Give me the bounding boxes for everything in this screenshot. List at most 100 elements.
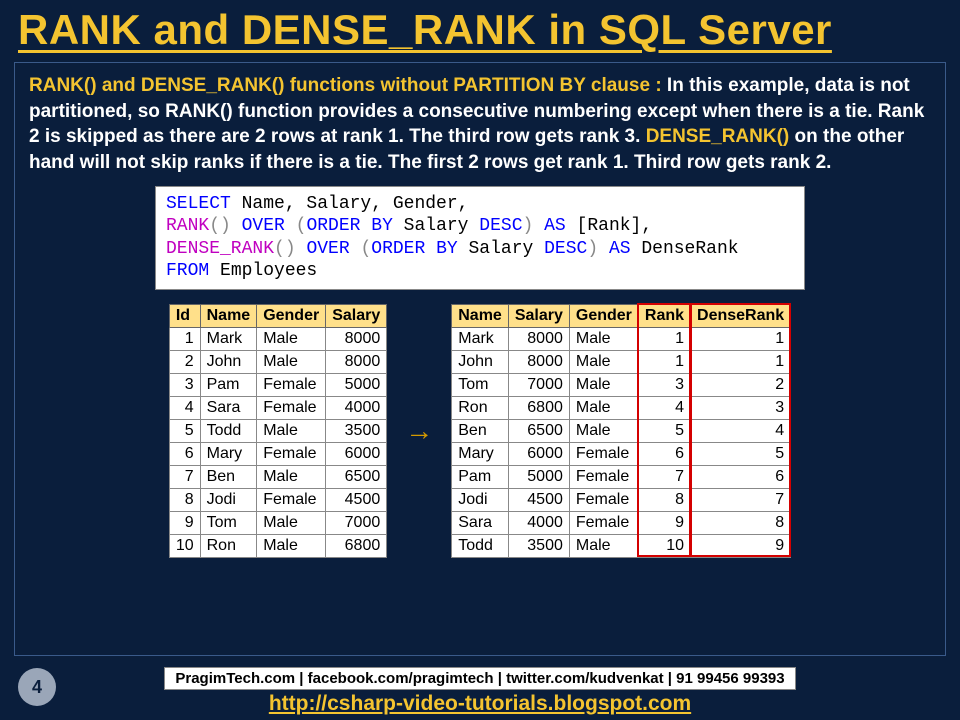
table-cell: Ron [200, 534, 257, 557]
table-row: 10RonMale6800 [169, 534, 386, 557]
result-table-wrap: NameSalaryGenderRankDenseRank Mark8000Ma… [451, 304, 791, 558]
table-cell: 7 [691, 488, 791, 511]
table-cell: 6500 [326, 465, 387, 488]
table-cell: Mary [452, 442, 509, 465]
intro-dense: DENSE_RANK() [646, 126, 790, 147]
table-cell: 1 [691, 350, 791, 373]
table-cell: 6800 [326, 534, 387, 557]
table-cell: 4500 [508, 488, 569, 511]
table-cell: Female [257, 373, 326, 396]
kw-rank: RANK [166, 216, 209, 236]
table-header: Salary [508, 304, 569, 327]
table-cell: Jodi [200, 488, 257, 511]
footer-link[interactable]: http://csharp-video-tutorials.blogspot.c… [0, 692, 960, 716]
table-row: 4SaraFemale4000 [169, 396, 386, 419]
table-cell: Female [569, 465, 638, 488]
table-cell: 7 [169, 465, 200, 488]
code-pc: ) [523, 216, 534, 236]
table-cell: 8000 [326, 327, 387, 350]
table-cell: 3 [638, 373, 690, 396]
table-row: Mary6000Female65 [452, 442, 791, 465]
table-cell: Ben [200, 465, 257, 488]
table-cell: Female [569, 442, 638, 465]
table-cell: Male [569, 534, 638, 557]
table-cell: 5 [691, 442, 791, 465]
kw-desc: DESC [479, 216, 522, 236]
table-cell: Ron [452, 396, 509, 419]
intro-lead: RANK() and DENSE_RANK() functions withou… [29, 75, 667, 96]
table-cell: 1 [691, 327, 791, 350]
table-cell: Male [257, 511, 326, 534]
code-sal: Salary [393, 216, 479, 236]
table-row: 3PamFemale5000 [169, 373, 386, 396]
table-cell: Female [257, 442, 326, 465]
kw-orderby2: ORDER BY [371, 239, 457, 259]
table-cell: Female [569, 488, 638, 511]
kw-as2: AS [598, 239, 630, 259]
table-cell: 6 [638, 442, 690, 465]
table-cell: 7 [638, 465, 690, 488]
source-table: IdNameGenderSalary 1MarkMale80002JohnMal… [169, 304, 387, 558]
table-cell: Male [569, 373, 638, 396]
kw-from: FROM [166, 261, 209, 281]
table-cell: Female [257, 396, 326, 419]
kw-desc2: DESC [544, 239, 587, 259]
table-cell: John [200, 350, 257, 373]
table-cell: 5000 [508, 465, 569, 488]
sql-code-block: SELECT Name, Salary, Gender, RANK() OVER… [155, 186, 805, 290]
table-cell: 4000 [326, 396, 387, 419]
table-row: 7BenMale6500 [169, 465, 386, 488]
table-cell: 4 [638, 396, 690, 419]
table-cell: Sara [452, 511, 509, 534]
footer: PragimTech.com | facebook.com/pragimtech… [0, 667, 960, 716]
code-sal2: Salary [458, 239, 544, 259]
table-header: Name [200, 304, 257, 327]
kw-as: AS [533, 216, 565, 236]
table-cell: 2 [169, 350, 200, 373]
table-cell: 3500 [326, 419, 387, 442]
table-cell: Male [569, 419, 638, 442]
table-row: Tom7000Male32 [452, 373, 791, 396]
table-cell: 1 [638, 350, 690, 373]
table-cell: 8 [638, 488, 690, 511]
table-cell: 6 [169, 442, 200, 465]
table-cell: 9 [169, 511, 200, 534]
table-header: Name [452, 304, 509, 327]
arrow-icon: → [405, 415, 433, 447]
code-p1: () [209, 216, 241, 236]
code-po2: ( [350, 239, 372, 259]
table-cell: Male [257, 350, 326, 373]
table-cell: Tom [200, 511, 257, 534]
table-header: DenseRank [691, 304, 791, 327]
table-cell: 8 [691, 511, 791, 534]
table-cell: 7000 [326, 511, 387, 534]
table-cell: Male [569, 396, 638, 419]
table-cell: John [452, 350, 509, 373]
table-header: Gender [257, 304, 326, 327]
kw-orderby: ORDER BY [306, 216, 392, 236]
table-row: Mark8000Male11 [452, 327, 791, 350]
table-row: Ron6800Male43 [452, 396, 791, 419]
code-pc2: ) [587, 239, 598, 259]
code-cols: Name, Salary, Gender, [231, 194, 469, 214]
content-panel: RANK() and DENSE_RANK() functions withou… [14, 62, 946, 656]
table-row: Pam5000Female76 [452, 465, 791, 488]
table-cell: Male [257, 419, 326, 442]
table-cell: Male [257, 465, 326, 488]
footer-credit: PragimTech.com | facebook.com/pragimtech… [164, 667, 795, 690]
table-row: 2JohnMale8000 [169, 350, 386, 373]
table-cell: 8000 [508, 350, 569, 373]
table-cell: 10 [169, 534, 200, 557]
table-cell: 4 [691, 419, 791, 442]
table-cell: 3500 [508, 534, 569, 557]
table-cell: Mark [452, 327, 509, 350]
table-row: 6MaryFemale6000 [169, 442, 386, 465]
table-header: Rank [638, 304, 690, 327]
tables-row: IdNameGenderSalary 1MarkMale80002JohnMal… [29, 304, 931, 558]
table-row: 5ToddMale3500 [169, 419, 386, 442]
table-cell: 8000 [326, 350, 387, 373]
table-cell: 6800 [508, 396, 569, 419]
table-cell: 3 [691, 396, 791, 419]
table-cell: Female [569, 511, 638, 534]
table-row: 8JodiFemale4500 [169, 488, 386, 511]
